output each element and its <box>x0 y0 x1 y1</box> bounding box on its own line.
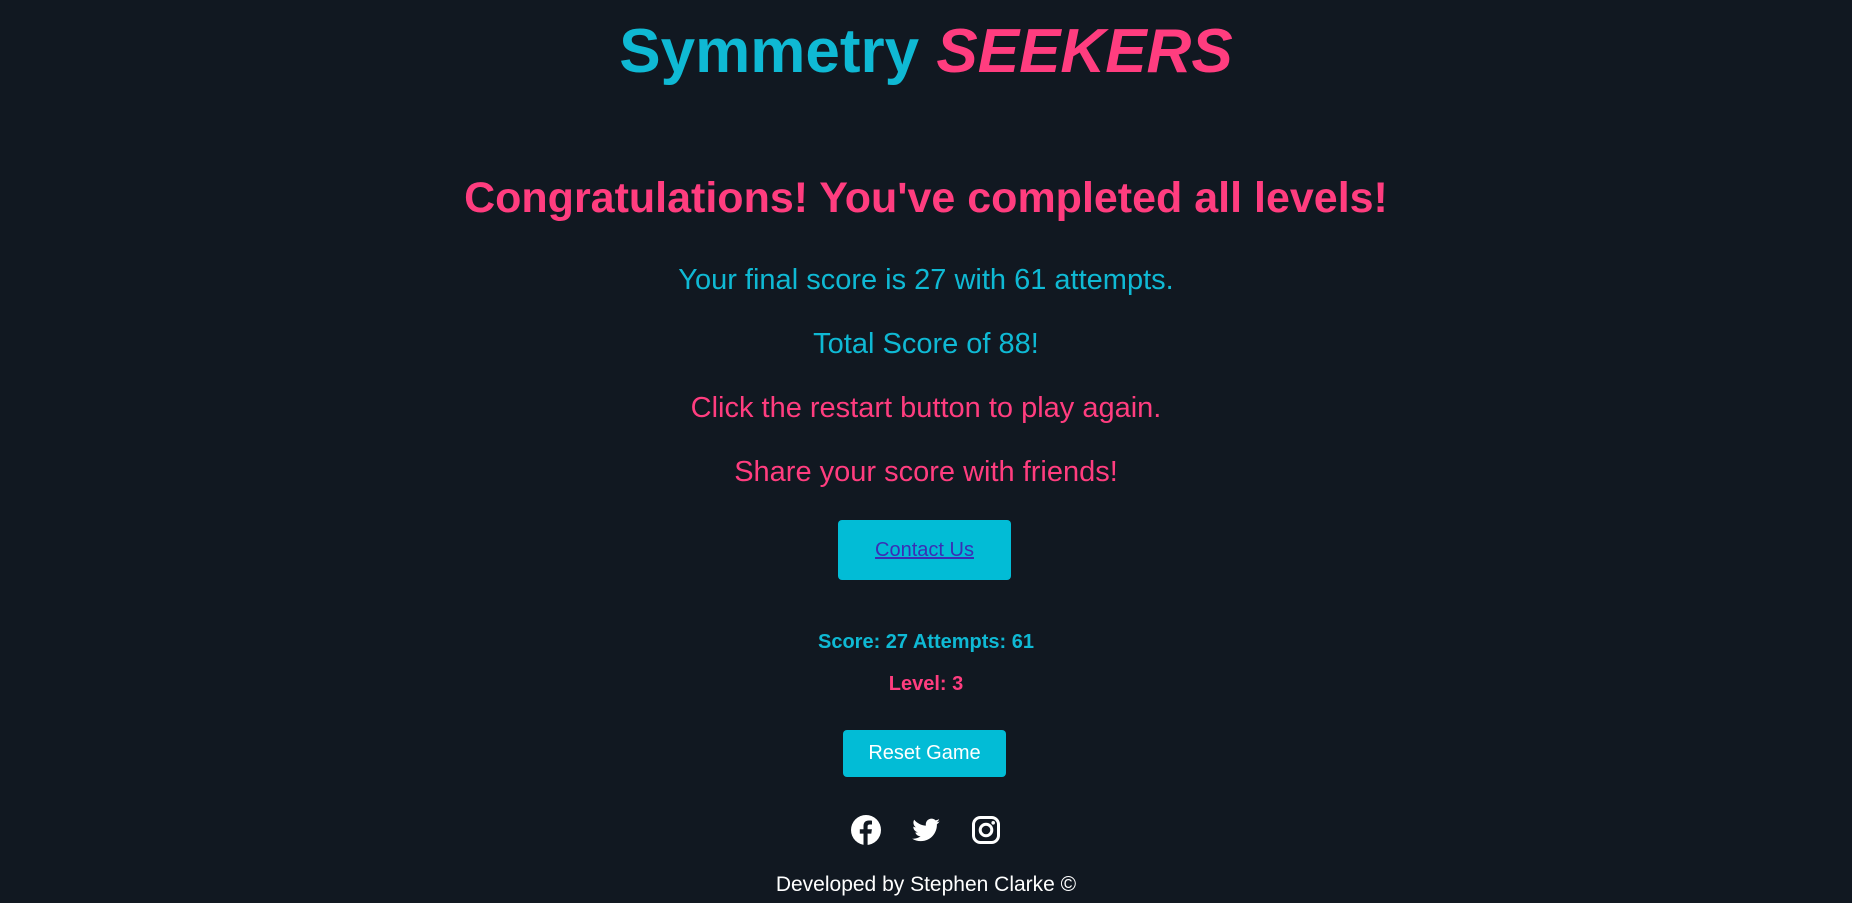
title-symmetry: Symmetry <box>619 17 920 86</box>
contact-us-link[interactable]: Contact Us <box>875 539 974 562</box>
facebook-link[interactable] <box>850 814 882 846</box>
contact-us-button[interactable]: Contact Us <box>838 520 1011 580</box>
score-attempts-status: Score: 27 Attempts: 61 <box>818 631 1034 653</box>
social-links <box>850 814 1002 846</box>
footer-credit: Developed by Stephen Clarke © <box>775 873 1077 896</box>
total-score-message: Total Score of 88! <box>813 328 1039 360</box>
final-score-message: Your final score is 27 with 61 attempts. <box>678 264 1174 296</box>
game-page: Symmetry SEEKERS Congratulations! You've… <box>0 0 1852 903</box>
reset-game-button[interactable]: Reset Game <box>843 730 1006 777</box>
title-seekers: SEEKERS <box>936 17 1233 86</box>
twitter-icon <box>912 818 940 842</box>
congratulations-heading: Congratulations! You've completed all le… <box>464 174 1388 222</box>
restart-hint-message: Click the restart button to play again. <box>690 392 1162 424</box>
twitter-link[interactable] <box>910 814 942 846</box>
share-message: Share your score with friends! <box>734 456 1118 488</box>
facebook-icon <box>851 815 881 845</box>
page-title: Symmetry SEEKERS <box>0 16 1852 88</box>
instagram-icon <box>972 816 1000 844</box>
level-status: Level: 3 <box>888 673 964 695</box>
instagram-link[interactable] <box>970 814 1002 846</box>
